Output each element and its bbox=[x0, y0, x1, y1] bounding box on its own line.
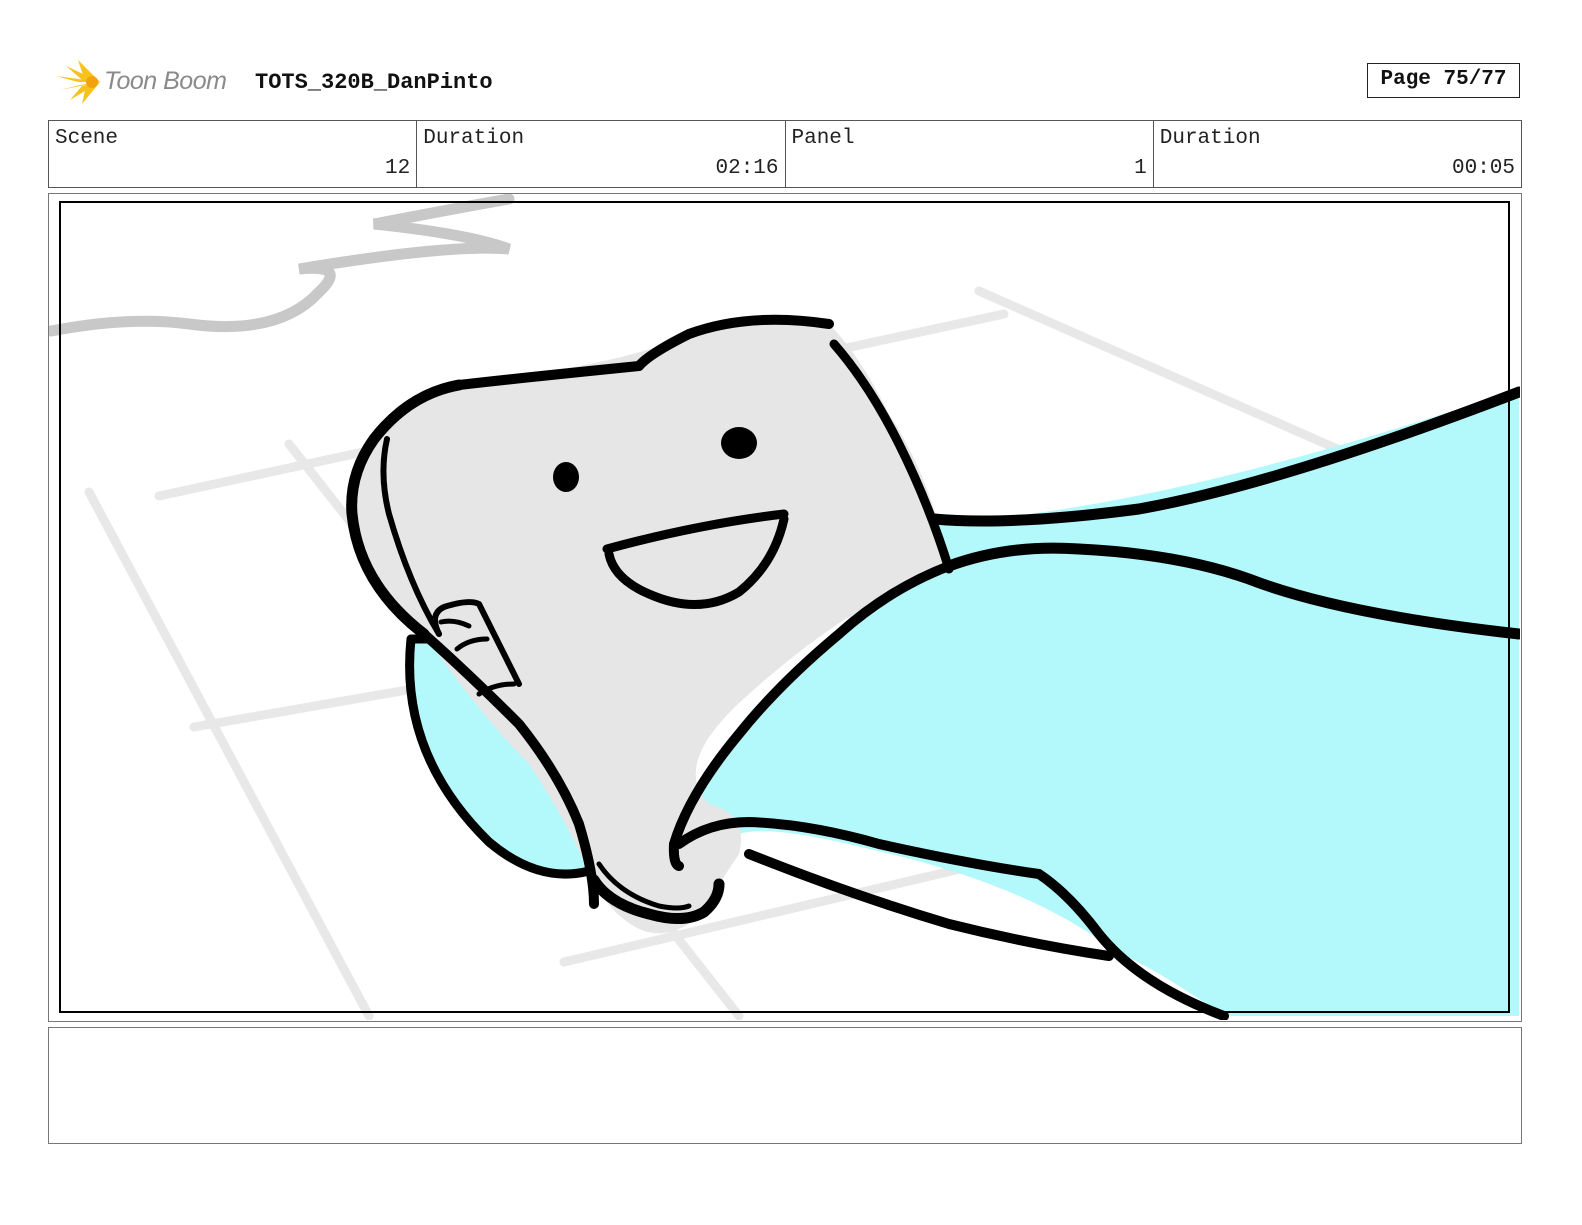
scene-duration-value: 02:16 bbox=[715, 157, 779, 180]
hair-strand-sketch bbox=[49, 194, 515, 337]
panel-value: 1 bbox=[1134, 157, 1147, 180]
tooth-right-eye bbox=[721, 427, 757, 459]
panel-duration-value: 00:05 bbox=[1451, 157, 1515, 180]
panel-cell: Panel 1 bbox=[786, 121, 1154, 187]
scene-label: Scene bbox=[55, 127, 119, 150]
panel-duration-label: Duration bbox=[1159, 127, 1261, 150]
storyboard-panel bbox=[48, 193, 1522, 1022]
scene-info-row: Scene 12 Duration 02:16 Panel 1 Duration… bbox=[48, 120, 1522, 188]
panel-duration-cell: Duration 00:05 bbox=[1154, 121, 1521, 187]
scene-cell: Scene 12 bbox=[49, 121, 418, 187]
panel-drawing bbox=[49, 194, 1520, 1020]
panel-label: Panel bbox=[791, 127, 855, 150]
page-header: Toon Boom TOTS_320B_DanPinto Page 75/77 bbox=[50, 56, 1540, 106]
logo-text: Toon Boom bbox=[104, 67, 227, 95]
toon-boom-logo: Toon Boom bbox=[50, 56, 240, 106]
scene-value: 12 bbox=[385, 157, 411, 180]
page-number: Page 75/77 bbox=[1367, 63, 1520, 98]
tooth-left-eye bbox=[553, 462, 579, 492]
project-title: TOTS_320B_DanPinto bbox=[255, 70, 493, 95]
starburst-icon bbox=[56, 60, 100, 104]
scene-duration-cell: Duration 02:16 bbox=[417, 121, 786, 187]
scene-duration-label: Duration bbox=[423, 127, 525, 150]
caption-box bbox=[48, 1027, 1522, 1144]
